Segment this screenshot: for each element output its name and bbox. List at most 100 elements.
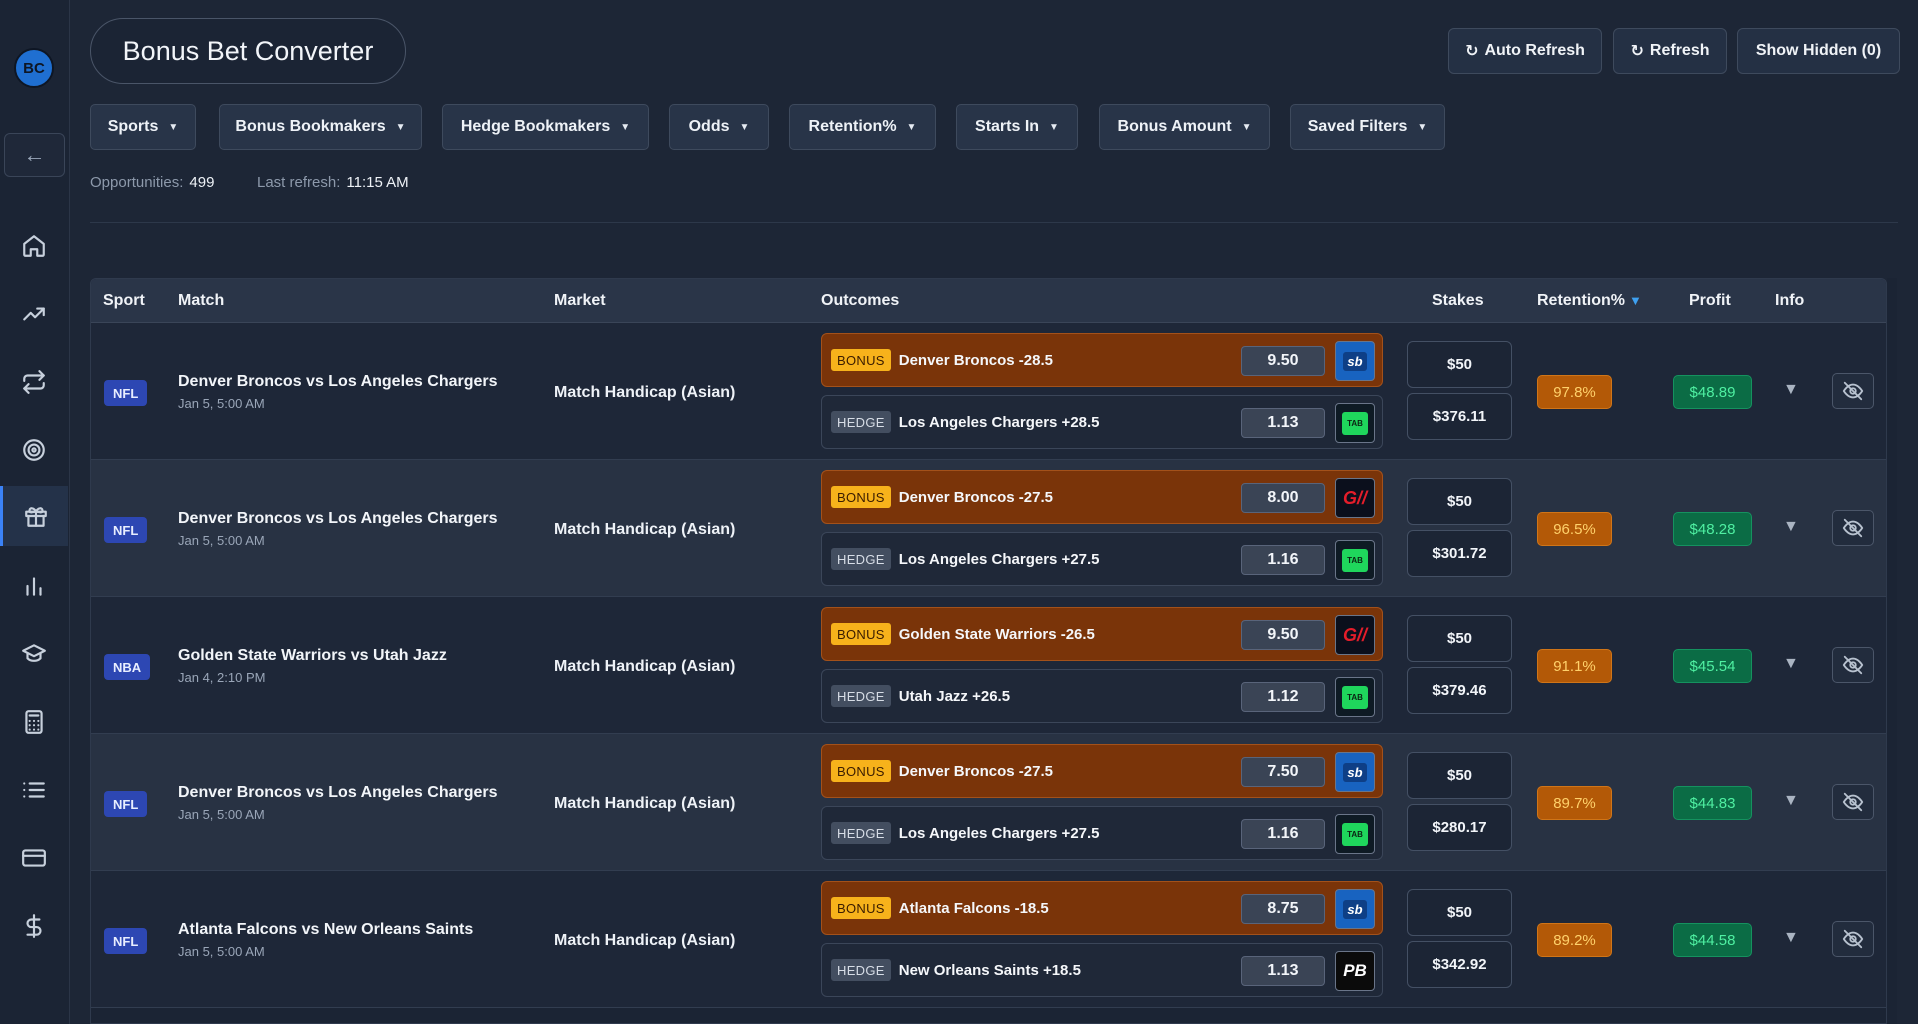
hide-row-button[interactable] <box>1832 921 1874 957</box>
market-name: Match Handicap (Asian) <box>554 384 736 401</box>
filter-label: Retention% <box>808 118 897 135</box>
gift-icon <box>24 507 47 527</box>
nav-calculator[interactable] <box>0 692 68 752</box>
col-sport[interactable]: Sport <box>103 292 145 310</box>
filter-bonus-bookmakers[interactable]: Bonus Bookmakers ▼ <box>219 104 422 150</box>
scrollbar[interactable] <box>1887 278 1897 1024</box>
page-title: Bonus Bet Converter <box>90 18 406 84</box>
home-icon <box>23 235 45 257</box>
market-name: Match Handicap (Asian) <box>554 795 736 812</box>
credit-card-icon <box>22 849 46 867</box>
hedge-tag: HEDGE <box>831 685 891 707</box>
filter-label: Starts In <box>975 118 1040 135</box>
filter-label: Sports <box>107 118 159 135</box>
nav-learn[interactable] <box>0 624 68 684</box>
sport-badge: NFL <box>104 791 148 817</box>
filter-label: Hedge Bookmakers <box>460 118 611 135</box>
filter-starts-in[interactable]: Starts In ▼ <box>956 104 1078 150</box>
bookmaker-logo-gw: G// <box>1335 615 1375 655</box>
outcome-label: Los Angeles Chargers +27.5 <box>898 550 1100 568</box>
refresh-icon: ↻ <box>1630 43 1644 60</box>
filter-sports[interactable]: Sports ▼ <box>90 104 196 150</box>
match-name: Denver Broncos vs Los Angeles Chargers <box>178 373 498 390</box>
nav-list[interactable] <box>0 760 68 820</box>
last-refresh: Last refresh: 11:15 AM <box>257 174 409 191</box>
match-date: Jan 5, 5:00 AM <box>178 533 265 548</box>
bonus-outcome[interactable]: BONUS Denver Broncos -28.5 9.50 sb <box>821 333 1383 387</box>
back-button[interactable]: ← <box>4 133 65 177</box>
hide-row-button[interactable] <box>1832 784 1874 820</box>
hedge-outcome[interactable]: HEDGE Los Angeles Chargers +27.5 1.16 TA… <box>821 806 1383 860</box>
col-outcomes[interactable]: Outcomes <box>821 292 899 310</box>
filter-hedge-bookmakers[interactable]: Hedge Bookmakers ▼ <box>442 104 649 150</box>
bookmaker-logo-sb: sb <box>1335 752 1375 792</box>
profit-badge: $45.54 <box>1673 649 1752 683</box>
col-info: Info <box>1775 292 1805 309</box>
hide-row-button[interactable] <box>1832 647 1874 683</box>
nav-trending[interactable] <box>0 284 68 344</box>
nav-home[interactable] <box>0 216 68 276</box>
bonus-outcome[interactable]: BONUS Golden State Warriors -26.5 9.50 G… <box>821 607 1383 661</box>
bonus-outcome[interactable]: BONUS Atlanta Falcons -18.5 8.75 sb <box>821 881 1383 935</box>
table-row: NFL Atlanta Falcons vs New Orleans Saint… <box>91 871 1886 1008</box>
nav-gift[interactable] <box>0 486 68 546</box>
hide-row-button[interactable] <box>1832 510 1874 546</box>
match-name: Golden State Warriors vs Utah Jazz <box>178 647 447 664</box>
col-market[interactable]: Market <box>554 292 606 310</box>
auto-refresh-button[interactable]: ↻ Auto Refresh <box>1448 28 1602 74</box>
sport-badge: NFL <box>104 928 148 954</box>
eye-off-icon <box>1842 929 1864 949</box>
odds-value: 8.00 <box>1241 483 1325 513</box>
bookmaker-logo-tab: TAB <box>1335 677 1375 717</box>
show-hidden-button[interactable]: Show Hidden (0) <box>1737 28 1900 74</box>
hedge-outcome[interactable]: HEDGE Los Angeles Chargers +27.5 1.16 TA… <box>821 532 1383 586</box>
match-date: Jan 5, 5:00 AM <box>178 944 265 959</box>
retention-badge: 97.8% <box>1537 375 1612 409</box>
col-match[interactable]: Match <box>178 292 224 310</box>
bonus-outcome[interactable]: BONUS Denver Broncos -27.5 7.50 sb <box>821 744 1383 798</box>
match-date: Jan 5, 5:00 AM <box>178 396 265 411</box>
expand-chevron-icon[interactable]: ▼ <box>1783 792 1799 810</box>
col-retention[interactable]: Retention% ▼ <box>1537 292 1642 310</box>
col-profit[interactable]: Profit <box>1689 292 1731 310</box>
bonus-tag: BONUS <box>831 349 891 371</box>
outcome-label: New Orleans Saints +18.5 <box>898 961 1081 979</box>
bookmaker-logo-tab: TAB <box>1335 403 1375 443</box>
hedge-outcome[interactable]: HEDGE New Orleans Saints +18.5 1.13 PB <box>821 943 1383 997</box>
nav-target[interactable] <box>0 420 68 480</box>
bonus-tag: BONUS <box>831 760 891 782</box>
refresh-button[interactable]: ↻ Refresh <box>1613 28 1727 74</box>
filter-odds[interactable]: Odds ▼ <box>669 104 769 150</box>
hedge-outcome[interactable]: HEDGE Los Angeles Chargers +28.5 1.13 TA… <box>821 395 1383 449</box>
bookmaker-logo-text: G// <box>1342 624 1367 645</box>
hedge-tag: HEDGE <box>831 411 891 433</box>
hide-row-button[interactable] <box>1832 373 1874 409</box>
app-logo[interactable]: BC <box>14 48 54 88</box>
nav-billing[interactable] <box>0 828 68 888</box>
expand-chevron-icon[interactable]: ▼ <box>1783 518 1799 536</box>
sort-desc-icon: ▼ <box>1629 293 1642 308</box>
filter-saved-filters[interactable]: Saved Filters ▼ <box>1290 104 1445 150</box>
table-row: NFL Denver Broncos vs Los Angeles Charge… <box>91 460 1886 597</box>
nav-repeat[interactable] <box>0 352 68 412</box>
hedge-outcome[interactable]: HEDGE Utah Jazz +26.5 1.12 TAB <box>821 669 1383 723</box>
filter-bonus-amount[interactable]: Bonus Amount ▼ <box>1099 104 1270 150</box>
bonus-outcome[interactable]: BONUS Denver Broncos -27.5 8.00 G// <box>821 470 1383 524</box>
col-stakes[interactable]: Stakes <box>1432 292 1484 310</box>
bonus-tag: BONUS <box>831 897 891 919</box>
last-refresh-label: Last refresh: <box>257 174 341 191</box>
expand-chevron-icon[interactable]: ▼ <box>1783 655 1799 673</box>
caret-down-icon: ▼ <box>168 121 179 133</box>
bookmaker-logo-gw: G// <box>1335 478 1375 518</box>
filter-retention[interactable]: Retention% ▼ <box>789 104 936 150</box>
sidebar: BC ← <box>0 0 70 1024</box>
opportunities-label: Opportunities: <box>90 174 184 191</box>
expand-chevron-icon[interactable]: ▼ <box>1783 929 1799 947</box>
nav-stats[interactable] <box>0 556 68 616</box>
bonus-stake: $50 <box>1407 752 1512 799</box>
caret-down-icon: ▼ <box>620 121 631 133</box>
nav-pricing[interactable] <box>0 896 68 956</box>
divider <box>90 222 1898 223</box>
hedge-stake: $342.92 <box>1407 941 1512 988</box>
expand-chevron-icon[interactable]: ▼ <box>1783 381 1799 399</box>
